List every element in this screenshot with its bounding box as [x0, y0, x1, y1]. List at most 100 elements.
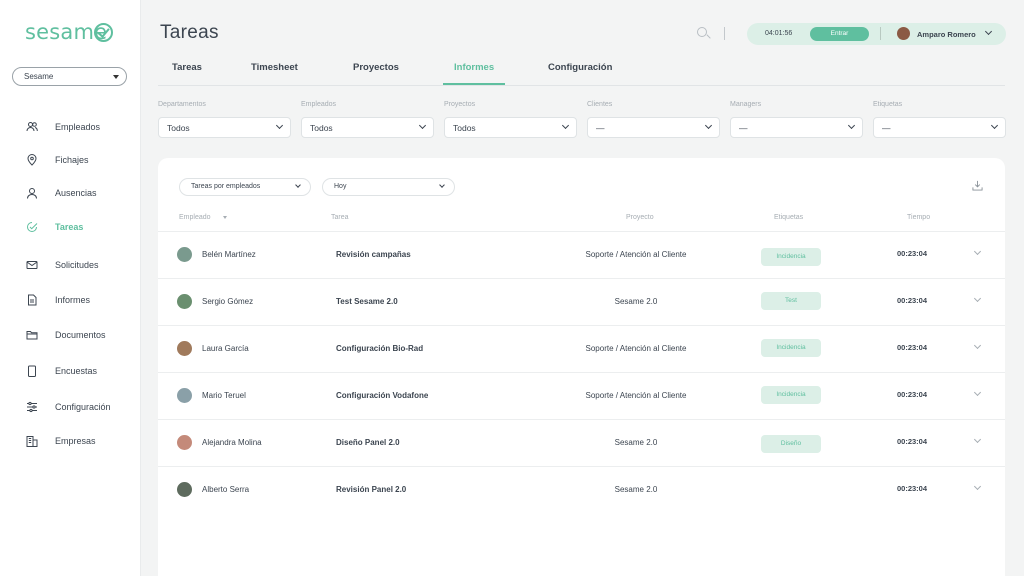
- search-icon[interactable]: [697, 27, 707, 37]
- tab-tareas[interactable]: Tareas: [172, 62, 202, 73]
- chevron-down-icon[interactable]: [973, 388, 982, 397]
- chevron-down-icon[interactable]: [973, 482, 982, 491]
- sidebar-item-label: Empleados: [55, 122, 101, 132]
- sidebar-item-empresas[interactable]: Empresas: [0, 432, 140, 452]
- logo-check-icon: [94, 23, 113, 42]
- project-name: Soporte / Atención al Cliente: [585, 344, 687, 353]
- column-header-proyecto: Proyecto: [626, 214, 654, 221]
- filter-managers[interactable]: —: [730, 117, 863, 138]
- task-name: Revisión Panel 2.0: [336, 485, 407, 494]
- chevron-down-icon[interactable]: [973, 247, 982, 256]
- chevron-down-icon[interactable]: [973, 435, 982, 444]
- sidebar-item-fichajes[interactable]: Fichajes: [0, 151, 140, 171]
- period-select[interactable]: Hoy: [322, 178, 455, 196]
- active-tab-indicator: [443, 83, 505, 85]
- clock-in-button[interactable]: Entrar: [810, 27, 869, 41]
- chevron-down-icon[interactable]: [973, 341, 982, 350]
- sliders-icon: [27, 401, 37, 413]
- time-value: 00:23:04: [896, 437, 928, 446]
- tasks-icon: [27, 222, 38, 232]
- project-name: Soporte / Atención al Cliente: [585, 391, 687, 400]
- table-row[interactable]: Laura García Configuración Bio-Rad Sopor…: [158, 325, 1005, 372]
- column-header-tiempo: Tiempo: [907, 214, 931, 221]
- task-name: Test Sesame 2.0: [336, 297, 398, 306]
- user-avatar[interactable]: [897, 27, 910, 40]
- filter-label-departamentos: Departamentos: [158, 101, 206, 108]
- table-row[interactable]: Alejandra Molina Diseño Panel 2.0 Sesame…: [158, 419, 1005, 466]
- page-title: Tareas: [160, 22, 219, 43]
- sidebar-item-encuestas[interactable]: Encuestas: [0, 362, 140, 382]
- folder-icon: [26, 331, 38, 340]
- table-row[interactable]: Mario Teruel Configuración Vodafone Sopo…: [158, 372, 1005, 419]
- avatar: [177, 482, 192, 497]
- task-name: Configuración Vodafone: [336, 391, 429, 400]
- time-value: 00:23:04: [896, 296, 928, 305]
- sidebar-item-label: Tareas: [55, 222, 84, 232]
- avatar: [177, 341, 192, 356]
- filter-value: —: [882, 123, 891, 133]
- sort-down-icon[interactable]: [223, 216, 227, 219]
- time-value: 00:23:04: [896, 249, 928, 258]
- employee-name: Sergio Gómez: [202, 297, 254, 306]
- tab-informes[interactable]: Informes: [454, 62, 494, 73]
- sidebar-item-label: Configuración: [55, 402, 111, 412]
- employee-name: Laura García: [202, 344, 249, 353]
- period-value: Hoy: [334, 183, 347, 190]
- header-divider: [724, 27, 725, 40]
- group-by-value: Tareas por empleados: [191, 183, 261, 190]
- task-name: Configuración Bio-Rad: [336, 344, 424, 353]
- table-row[interactable]: Belén Martínez Revisión campañas Soporte…: [158, 231, 1005, 278]
- filter-proyectos[interactable]: Todos: [444, 117, 577, 138]
- tag-badge: Incidencia: [761, 248, 821, 266]
- sidebar-item-configuracion[interactable]: Configuración: [0, 398, 140, 418]
- avatar: [177, 435, 192, 450]
- sidebar-item-empleados[interactable]: Empleados: [0, 118, 140, 138]
- employee-name: Mario Teruel: [202, 391, 246, 400]
- task-name: Diseño Panel 2.0: [336, 438, 400, 447]
- chevron-down-icon: [439, 182, 445, 188]
- project-name: Sesame 2.0: [614, 438, 658, 447]
- table-row[interactable]: Alberto Serra Revisión Panel 2.0 Sesame …: [158, 466, 1005, 513]
- filter-clientes[interactable]: —: [587, 117, 720, 138]
- envelope-icon: [26, 261, 38, 269]
- filter-value: Todos: [310, 123, 333, 133]
- task-name: Revisión campañas: [336, 250, 411, 259]
- chevron-down-icon: [561, 121, 570, 130]
- filter-departamentos[interactable]: Todos: [158, 117, 291, 138]
- table-row[interactable]: Sergio Gómez Test Sesame 2.0 Sesame 2.0 …: [158, 278, 1005, 325]
- chevron-down-icon[interactable]: [973, 294, 982, 303]
- sidebar-item-documentos[interactable]: Documentos: [0, 326, 140, 346]
- sidebar-item-solicitudes[interactable]: Solicitudes: [0, 256, 140, 276]
- sidebar-item-label: Empresas: [55, 436, 96, 446]
- download-icon[interactable]: [972, 180, 983, 191]
- filter-empleados[interactable]: Todos: [301, 117, 434, 138]
- tab-timesheet[interactable]: Timesheet: [251, 62, 298, 73]
- avatar: [177, 294, 192, 309]
- project-name: Sesame 2.0: [614, 297, 658, 306]
- sidebar-item-label: Informes: [55, 295, 91, 305]
- chevron-down-icon: [990, 121, 999, 130]
- caret-down-icon: [113, 75, 119, 79]
- filter-label-empleados: Empleados: [301, 101, 337, 108]
- column-header-etiquetas: Etiquetas: [774, 214, 804, 221]
- column-header-empleado[interactable]: Empleado: [179, 214, 211, 221]
- sidebar-item-tareas[interactable]: Tareas: [0, 218, 140, 238]
- sidebar-item-informes[interactable]: Informes: [0, 291, 140, 311]
- sidebar-item-label: Encuestas: [55, 366, 98, 376]
- company-select-value: Sesame: [24, 72, 54, 81]
- chevron-down-icon: [847, 121, 856, 130]
- company-select[interactable]: Sesame: [12, 67, 127, 86]
- sidebar-item-label: Ausencias: [55, 188, 97, 198]
- sidebar: sesame Sesame Empleados Fichajes Ausenci…: [0, 0, 141, 576]
- sidebar-item-label: Documentos: [55, 330, 106, 340]
- sidebar-item-ausencias[interactable]: Ausencias: [0, 184, 140, 204]
- tab-proyectos[interactable]: Proyectos: [353, 62, 399, 73]
- tab-configuracion[interactable]: Configuración: [548, 62, 612, 73]
- avatar: [177, 247, 192, 262]
- tag-badge: Incidencia: [761, 386, 821, 404]
- building-icon: [26, 436, 38, 447]
- group-by-select[interactable]: Tareas por empleados: [179, 178, 311, 196]
- tag-badge: Diseño: [761, 435, 821, 453]
- filter-etiquetas[interactable]: —: [873, 117, 1006, 138]
- user-name[interactable]: Amparo Romero: [917, 30, 976, 39]
